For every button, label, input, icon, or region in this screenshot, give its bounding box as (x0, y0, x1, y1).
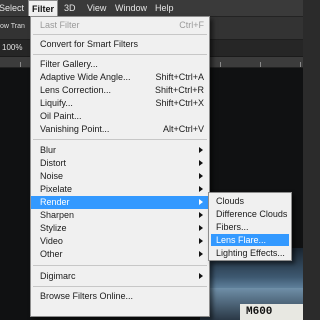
menu-item-label: Adaptive Wide Angle... (40, 72, 131, 82)
menu-item-shortcut: Alt+Ctrl+V (162, 124, 204, 134)
menu-item-liquify[interactable]: Liquify... Shift+Ctrl+X (31, 97, 209, 110)
submenu-arrow-icon (199, 199, 203, 205)
menu-item-other[interactable]: Other (31, 248, 209, 261)
submenu-item-fibers[interactable]: Fibers... (211, 221, 289, 233)
menu-item-label: Video (40, 236, 63, 246)
menu-item-shortcut: Shift+Ctrl+A (155, 72, 204, 82)
menu-select[interactable]: Select (0, 0, 27, 16)
submenu-arrow-icon (199, 160, 203, 166)
menu-item-filter-gallery[interactable]: Filter Gallery... (31, 58, 209, 71)
menu-item-last-filter: Last Filter Ctrl+F (31, 19, 209, 32)
menu-item-video[interactable]: Video (31, 235, 209, 248)
menu-item-label: Liquify... (40, 98, 73, 108)
menu-item-shortcut: Shift+Ctrl+R (154, 85, 204, 95)
menu-item-label: Vanishing Point... (40, 124, 110, 134)
menu-item-label: Other (40, 249, 63, 259)
submenu-item-lens-flare[interactable]: Lens Flare... (211, 234, 289, 246)
menu-item-browse-filters-online[interactable]: Browse Filters Online... (31, 290, 209, 303)
menu-separator (33, 34, 207, 35)
menu-separator (33, 265, 207, 266)
menu-filter[interactable]: Filter (28, 0, 59, 16)
submenu-arrow-icon (199, 147, 203, 153)
menu-item-digimarc[interactable]: Digimarc (31, 270, 209, 283)
ruler-tick (20, 62, 21, 67)
submenu-arrow-icon (199, 225, 203, 231)
submenu-arrow-icon (199, 173, 203, 179)
menu-item-lens-correction[interactable]: Lens Correction... Shift+Ctrl+R (31, 84, 209, 97)
submenu-item-difference-clouds[interactable]: Difference Clouds (211, 208, 289, 220)
submenu-item-lighting-effects[interactable]: Lighting Effects... (211, 247, 289, 259)
menu-item-convert-smart-filters[interactable]: Convert for Smart Filters (31, 38, 209, 51)
menu-item-label: Distort (40, 158, 67, 168)
submenu-arrow-icon (199, 238, 203, 244)
menu-item-label: Digimarc (40, 271, 76, 281)
menu-item-shortcut: Ctrl+F (179, 20, 204, 30)
menu-item-blur[interactable]: Blur (31, 144, 209, 157)
menu-separator (33, 139, 207, 140)
menu-item-stylize[interactable]: Stylize (31, 222, 209, 235)
menu-item-pixelate[interactable]: Pixelate (31, 183, 209, 196)
render-submenu: Clouds Difference Clouds Fibers... Lens … (208, 192, 292, 261)
menu-item-label: Convert for Smart Filters (40, 39, 139, 49)
menu-help[interactable]: Help (152, 0, 177, 16)
menu-3d[interactable]: 3D (61, 0, 79, 16)
menu-view[interactable]: View (84, 0, 109, 16)
menu-item-vanishing-point[interactable]: Vanishing Point... Alt+Ctrl+V (31, 123, 209, 136)
menu-item-label: Last Filter (40, 20, 80, 30)
submenu-item-clouds[interactable]: Clouds (211, 195, 289, 207)
menu-item-label: Pixelate (40, 184, 73, 194)
menu-item-label: Noise (40, 171, 64, 181)
menu-item-shortcut: Shift+Ctrl+X (155, 98, 204, 108)
menu-item-distort[interactable]: Distort (31, 157, 209, 170)
menu-item-label: Oil Paint... (40, 111, 82, 121)
menu-item-render[interactable]: Render (31, 196, 209, 209)
submenu-arrow-icon (199, 251, 203, 257)
menu-item-label: Render (40, 197, 70, 207)
menu-item-adaptive-wide-angle[interactable]: Adaptive Wide Angle... Shift+Ctrl+A (31, 71, 209, 84)
menu-separator (33, 54, 207, 55)
menu-item-label: Browse Filters Online... (40, 291, 134, 301)
submenu-arrow-icon (199, 273, 203, 279)
submenu-arrow-icon (199, 186, 203, 192)
menu-bar: Select Filter 3D View Window Help (0, 0, 303, 17)
menu-separator (33, 286, 207, 287)
ruler-tick (220, 62, 221, 67)
menu-item-noise[interactable]: Noise (31, 170, 209, 183)
ruler-tick (260, 62, 261, 67)
license-plate: M600 (240, 304, 303, 320)
menu-window[interactable]: Window (112, 0, 150, 16)
zoom-level[interactable]: 100% (2, 43, 22, 52)
menu-item-label: Lens Correction... (40, 85, 112, 95)
show-transform-label[interactable]: ow Tran (0, 23, 25, 30)
menu-item-sharpen[interactable]: Sharpen (31, 209, 209, 222)
menu-item-label: Stylize (40, 223, 67, 233)
menu-item-label: Filter Gallery... (40, 59, 98, 69)
menu-item-label: Sharpen (40, 210, 75, 220)
submenu-arrow-icon (199, 212, 203, 218)
menu-item-label: Blur (40, 145, 57, 155)
ruler-tick (300, 62, 301, 67)
menu-item-oil-paint[interactable]: Oil Paint... (31, 110, 209, 123)
filter-menu: Last Filter Ctrl+F Convert for Smart Fil… (30, 16, 210, 317)
